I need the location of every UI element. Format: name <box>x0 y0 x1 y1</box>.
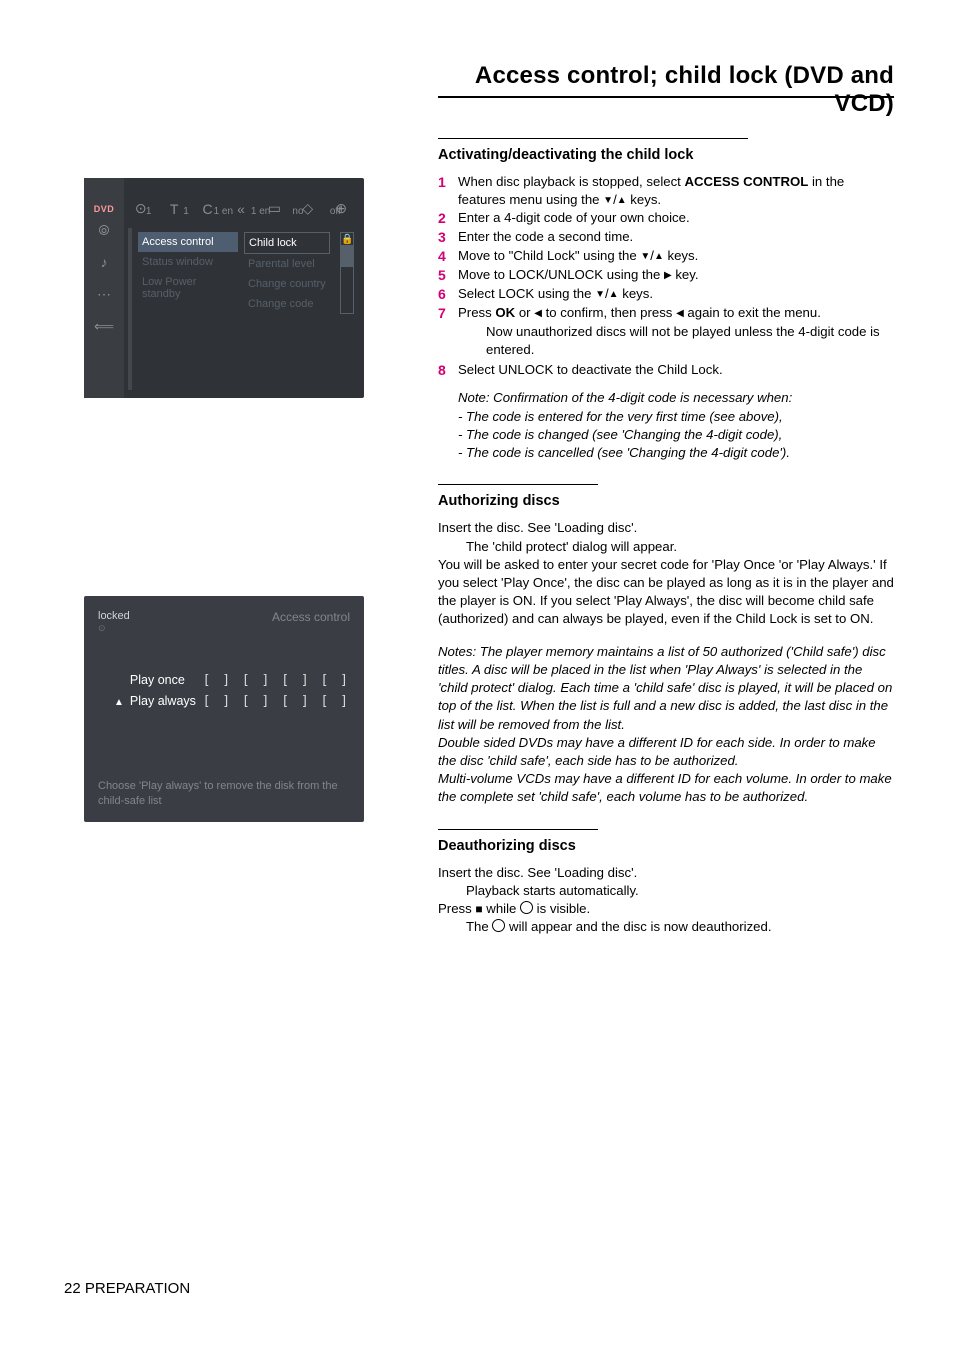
step-text: Move to LOCK/UNLOCK using the key. <box>458 266 894 285</box>
figure-locked-dialog: locked ⊙ Access control ▲Play once [ ] [… <box>84 596 364 822</box>
top-val: off <box>317 206 354 224</box>
menu-item-access-control: Access control <box>138 232 238 252</box>
triangle-up-icon <box>617 192 627 207</box>
steps-list: 1 When disc playback is stopped, select … <box>438 173 894 379</box>
dvd-label: DVD <box>84 204 124 214</box>
unsafe-face-icon <box>492 919 505 934</box>
top-val: 1 <box>167 206 204 224</box>
code-field: [ ] [ ] [ ] [ ] <box>203 694 350 709</box>
menu-item-change-country: Change country <box>244 274 330 294</box>
menu-item-change-code: Change code <box>244 294 330 314</box>
disc-icon: ⊙ <box>98 623 130 634</box>
section-heading-activating: Activating/deactivating the child lock <box>438 145 894 165</box>
locked-label: locked ⊙ <box>98 610 130 634</box>
audio-icon: ♪ <box>84 246 124 278</box>
section-heading-deauthorizing: Deauthorizing discs <box>438 836 894 856</box>
section-heading-authorizing: Authorizing discs <box>438 491 894 511</box>
triangle-up-icon <box>654 248 664 263</box>
top-val: 1 <box>130 206 167 224</box>
step-number: 7 <box>438 304 458 361</box>
top-val: 1 en <box>205 206 242 224</box>
top-val: 1 en <box>242 206 279 224</box>
safe-face-icon <box>520 901 533 916</box>
triangle-up-icon: ▲ <box>114 697 124 708</box>
lock-icon: 🔒 <box>341 234 353 245</box>
triangle-left-icon <box>676 305 684 320</box>
step-text: Move to "Child Lock" using the / keys. <box>458 247 894 266</box>
step-text: Select LOCK using the / keys. <box>458 285 894 304</box>
triangle-left-icon <box>534 305 542 320</box>
access-control-label: Access control <box>272 610 350 624</box>
step-number: 3 <box>438 228 458 247</box>
paragraph: Insert the disc. See 'Loading disc'. <box>438 519 894 537</box>
section-rule <box>438 829 598 830</box>
paragraph-sub: The 'child protect' dialog will appear. <box>438 538 894 556</box>
step-text: Enter the code a second time. <box>458 228 894 247</box>
triangle-down-icon <box>640 248 650 263</box>
page-footer: 22 PREPARATION <box>64 1280 190 1297</box>
triangle-up-icon <box>609 286 619 301</box>
page-title: Access control; child lock (DVD and VCD) <box>438 62 894 118</box>
step-sub: Now unauthorized discs will not be playe… <box>458 323 894 359</box>
step-text: When disc playback is stopped, select AC… <box>458 173 894 209</box>
step-text: Enter a 4-digit code of your own choice. <box>458 209 894 228</box>
note-block: Note: Confirmation of the 4-digit code i… <box>438 389 894 462</box>
section-rule <box>438 138 748 139</box>
step-number: 1 <box>438 173 458 209</box>
note-paragraph: Double sided DVDs may have a different I… <box>438 734 894 770</box>
note-paragraph: Multi-volume VCDs may have a different I… <box>438 770 894 806</box>
option-play-always: ▲Play always [ ] [ ] [ ] [ ] <box>98 691 350 712</box>
step-number: 5 <box>438 266 458 285</box>
note-paragraph: Notes: The player memory maintains a lis… <box>438 643 894 734</box>
option-play-once: ▲Play once [ ] [ ] [ ] [ ] <box>98 670 350 691</box>
subtitle-icon: ⋯ <box>84 278 124 310</box>
paragraph: Press while is visible. <box>438 900 894 918</box>
paragraph: Insert the disc. See 'Loading disc'. <box>438 864 894 882</box>
triangle-right-icon <box>664 267 672 282</box>
step-number: 6 <box>438 285 458 304</box>
step-number: 4 <box>438 247 458 266</box>
step-text: Select UNLOCK to deactivate the Child Lo… <box>458 361 894 380</box>
menu-item-low-power: Low Power standby <box>138 272 238 304</box>
paragraph-sub: Playback starts automatically. <box>438 882 894 900</box>
triangle-down-icon <box>595 286 605 301</box>
figure-settings-panel: DVD ⦾ ♪ ⋯ ⟸ ⊙ T C « ▭ ◇ ⊕ 1 1 1 en 1 en … <box>84 178 364 398</box>
step-number: 2 <box>438 209 458 228</box>
menu-item-child-lock: Child lock <box>244 232 330 254</box>
title-rule <box>438 96 894 98</box>
code-field: [ ] [ ] [ ] [ ] <box>203 673 350 688</box>
scrollbar: 🔒 <box>340 232 354 314</box>
triangle-down-icon <box>603 192 613 207</box>
menu-item-status-window: Status window <box>138 252 238 272</box>
paragraph: You will be asked to enter your secret c… <box>438 556 894 629</box>
video-icon: ⦾ <box>84 214 124 246</box>
section-rule <box>438 484 598 485</box>
top-val: no <box>279 206 316 224</box>
dialog-hint: Choose 'Play always' to remove the disk … <box>98 779 350 808</box>
step-text: Press OK or to confirm, then press again… <box>458 304 894 361</box>
step-number: 8 <box>438 361 458 380</box>
menu-item-parental-level: Parental level <box>244 254 330 274</box>
stop-icon <box>475 901 482 916</box>
paragraph-sub: The will appear and the disc is now deau… <box>438 918 894 936</box>
back-icon: ⟸ <box>84 310 124 342</box>
